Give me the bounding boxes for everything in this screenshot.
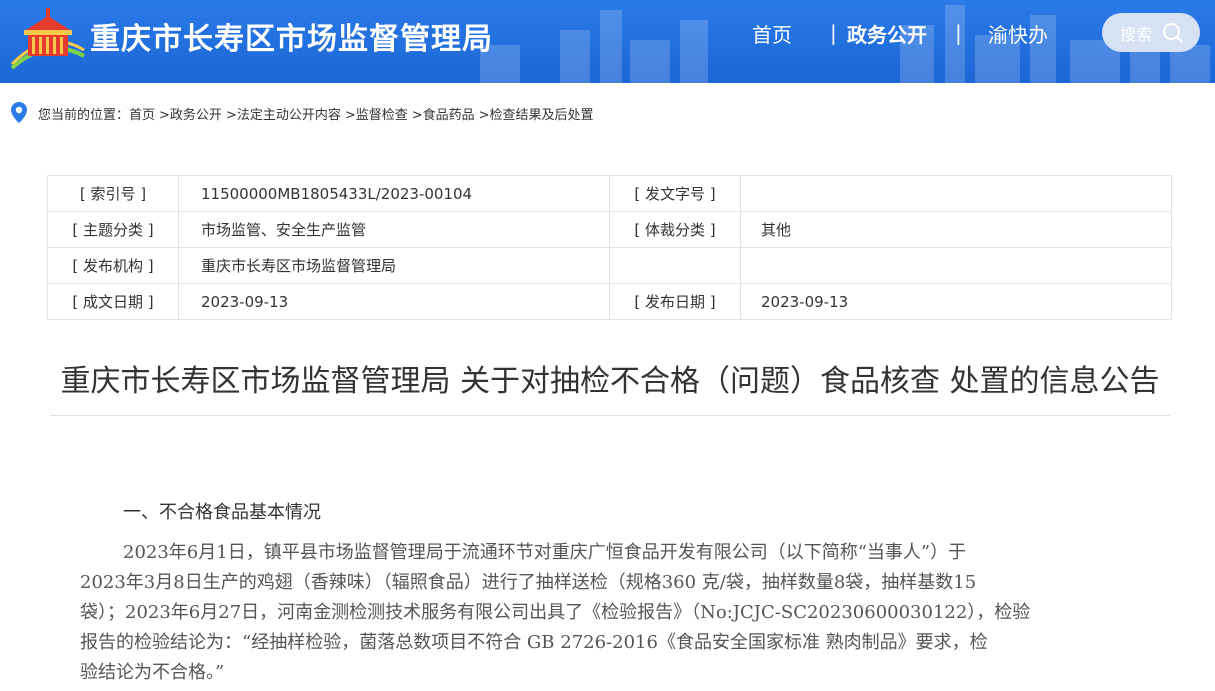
site-title[interactable]: 重庆市长寿区市场监督管理局 [90, 14, 493, 58]
meta-org-key: [ 发布机构 ] [47, 247, 179, 284]
nav-separator: | [955, 21, 962, 45]
document-meta-table: [ 索引号 ] 11500000MB1805433L/2023-00104 [ … [47, 175, 1172, 320]
meta-topic-key: [ 主题分类 ] [47, 211, 179, 248]
great-hall-emblem-icon[interactable] [10, 6, 86, 72]
meta-empty-key [609, 247, 741, 284]
meta-empty-value [740, 247, 1172, 284]
breadcrumb-item-food-drug[interactable]: >食品药品 [412, 104, 475, 123]
paragraph-line: 2023年6月1日，镇平县市场监督管理局于流通环节对重庆广恒食品开发有限公司（以… [123, 542, 967, 563]
breadcrumb: 您当前的位置： 首页 >政务公开 >法定主动公开内容 >监督检查 >食品药品 >… [10, 101, 594, 125]
nav-gov-affairs[interactable]: 政务公开 [847, 19, 927, 48]
breadcrumb-item-inspection[interactable]: >监督检查 [345, 104, 408, 123]
document-title: 重庆市长寿区市场监督管理局 关于对抽检不合格（问题）食品核查 处置的信息公告 [60, 364, 1160, 399]
meta-genre-value: 其他 [740, 211, 1172, 248]
meta-docno-value [740, 175, 1172, 212]
meta-published-key: [ 发布日期 ] [609, 283, 741, 320]
paragraph-line: 报告的检验结论为：“经抽样检验，菌落总数项目不符合 GB 2726-2016《食… [80, 632, 988, 653]
table-row: [ 主题分类 ] 市场监管、安全生产监管 [ 体裁分类 ] 其他 [47, 211, 1172, 248]
meta-created-value: 2023-09-13 [178, 283, 610, 320]
site-header: 重庆市长寿区市场监督管理局 首页 | 政务公开 | 渝快办 搜索 [0, 0, 1215, 83]
meta-topic-value: 市场监管、安全生产监管 [178, 211, 610, 248]
breadcrumb-item-gov[interactable]: >政务公开 [159, 104, 222, 123]
table-row: [ 发布机构 ] 重庆市长寿区市场监督管理局 [47, 247, 1172, 284]
table-row: [ 成文日期 ] 2023-09-13 [ 发布日期 ] 2023-09-13 [47, 283, 1172, 320]
meta-docno-key: [ 发文字号 ] [609, 175, 741, 212]
paragraph-line: 2023年3月8日生产的鸡翅（香辣味）（辐照食品）进行了抽样送检（规格360 克… [80, 572, 977, 593]
search-label: 搜索 [1120, 24, 1153, 44]
meta-index-value: 11500000MB1805433L/2023-00104 [178, 175, 610, 212]
meta-index-key: [ 索引号 ] [47, 175, 179, 212]
meta-created-key: [ 成文日期 ] [47, 283, 179, 320]
title-divider [50, 415, 1170, 416]
meta-genre-key: [ 体裁分类 ] [609, 211, 741, 248]
location-pin-icon [11, 102, 27, 123]
search-icon [1163, 22, 1183, 43]
breadcrumb-prefix: 您当前的位置： [38, 107, 130, 123]
search-button[interactable]: 搜索 [1102, 13, 1200, 52]
paragraph-line: 袋）；2023年6月27日，河南金测检测技术服务有限公司出具了《检验报告》（No… [80, 602, 1031, 623]
nav-home[interactable]: 首页 [752, 19, 792, 48]
section-heading: 一、不合格食品基本情况 [123, 502, 321, 523]
body-paragraph: 2023年6月1日，镇平县市场监督管理局于流通环节对重庆广恒食品开发有限公司（以… [80, 538, 1140, 688]
paragraph-line: 验结论为不合格。” [80, 662, 225, 683]
meta-org-value: 重庆市长寿区市场监督管理局 [178, 247, 610, 284]
meta-published-value: 2023-09-13 [740, 283, 1172, 320]
breadcrumb-item-home[interactable]: 首页 [129, 104, 155, 123]
table-row: [ 索引号 ] 11500000MB1805433L/2023-00104 [ … [47, 175, 1172, 212]
nav-separator: | [830, 21, 837, 45]
breadcrumb-item-statutory[interactable]: >法定主动公开内容 [226, 104, 341, 123]
breadcrumb-item-results[interactable]: >检查结果及后处置 [479, 104, 594, 123]
nav-yukuaiban[interactable]: 渝快办 [988, 19, 1048, 48]
